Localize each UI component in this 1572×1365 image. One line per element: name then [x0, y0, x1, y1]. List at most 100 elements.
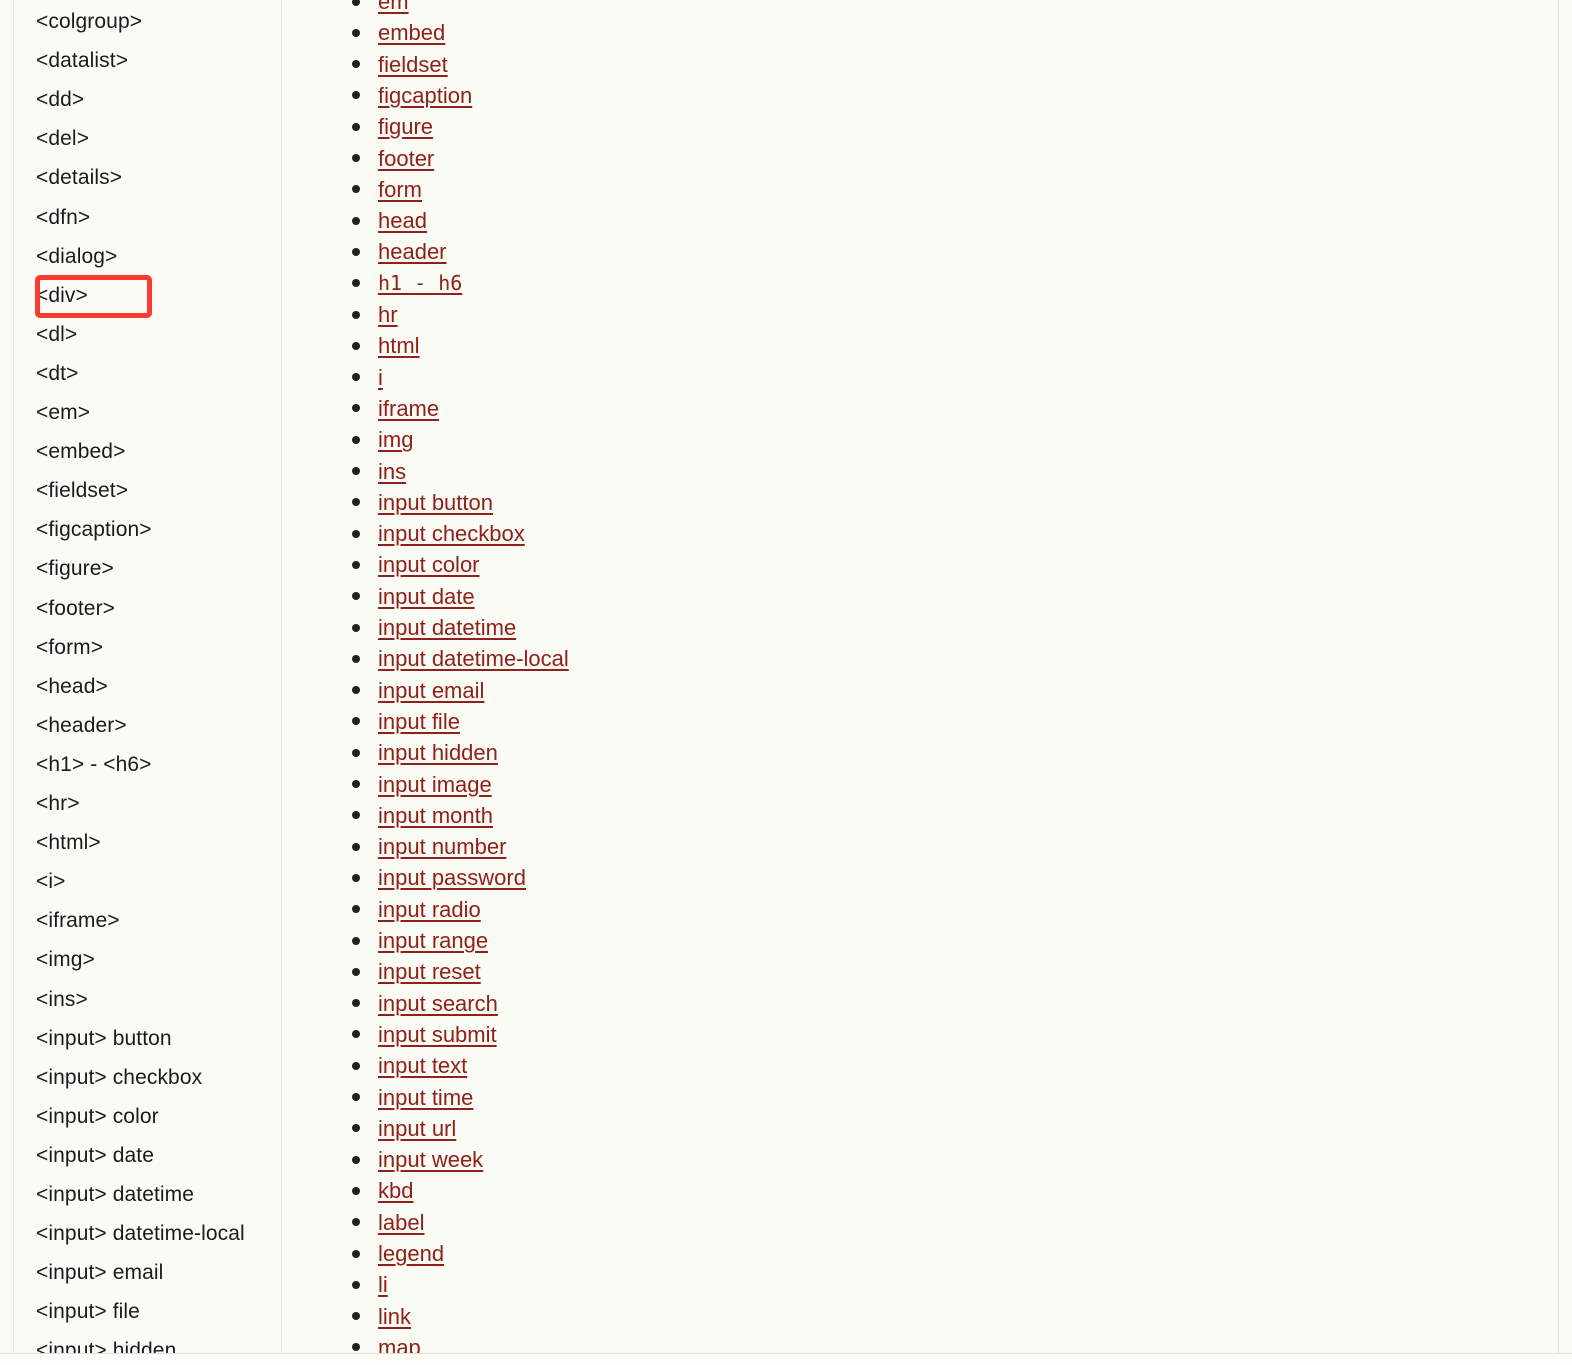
sidebar-item[interactable]: <hr>: [36, 789, 80, 819]
element-link[interactable]: input number: [378, 831, 506, 862]
bullet-icon: [352, 373, 360, 382]
bullet-icon: [352, 1343, 360, 1352]
bullet-icon: [352, 999, 360, 1008]
element-link[interactable]: ins: [378, 456, 406, 487]
sidebar-item[interactable]: <h1> - <h6>: [36, 750, 152, 780]
sidebar-item[interactable]: <del>: [36, 124, 89, 154]
bullet-icon: [352, 154, 360, 162]
element-link[interactable]: input password: [378, 862, 526, 893]
bullet-icon: [352, 279, 360, 288]
bullet-icon: [352, 686, 360, 695]
sidebar-item[interactable]: <input> hidden: [36, 1336, 176, 1353]
sidebar-item[interactable]: <datalist>: [36, 46, 128, 76]
element-link[interactable]: iframe: [378, 393, 439, 424]
element-link[interactable]: i: [378, 362, 383, 393]
sidebar-item[interactable]: <details>: [36, 163, 122, 193]
sidebar-item[interactable]: <input> checkbox: [36, 1063, 202, 1093]
element-link[interactable]: input reset: [378, 956, 481, 987]
sidebar-item[interactable]: <figure>: [36, 554, 114, 584]
element-link[interactable]: input radio: [378, 894, 481, 925]
sidebar-item[interactable]: <colgroup>: [36, 7, 142, 37]
element-link[interactable]: input checkbox: [378, 518, 525, 549]
bullet-icon: [352, 560, 360, 569]
element-link[interactable]: input datetime: [378, 612, 516, 643]
sidebar-item[interactable]: <input> datetime: [36, 1180, 194, 1210]
sidebar-item[interactable]: <dd>: [36, 85, 84, 115]
element-link[interactable]: footer: [378, 143, 434, 174]
sidebar-item[interactable]: <figcaption>: [36, 515, 152, 545]
element-link[interactable]: input file: [378, 706, 460, 737]
sidebar-item[interactable]: <iframe>: [36, 906, 120, 936]
element-link[interactable]: em: [378, 0, 409, 17]
sidebar-item[interactable]: <dt>: [36, 359, 78, 389]
element-link[interactable]: header: [378, 236, 447, 267]
sidebar-item[interactable]: <em>: [36, 398, 90, 428]
bullet-icon: [352, 498, 360, 507]
element-link[interactable]: label: [378, 1207, 424, 1238]
sidebar-item[interactable]: <input> datetime-local: [36, 1219, 245, 1249]
element-link[interactable]: input color: [378, 549, 480, 580]
bullet-icon: [352, 717, 360, 726]
element-link[interactable]: li: [378, 1269, 388, 1300]
sidebar-item[interactable]: <header>: [36, 711, 127, 741]
sidebar-item[interactable]: <fieldset>: [36, 476, 128, 506]
bullet-icon: [352, 623, 360, 632]
sidebar-item[interactable]: <footer>: [36, 594, 115, 624]
element-link[interactable]: input submit: [378, 1019, 497, 1050]
element-link[interactable]: h1 - h6: [378, 268, 462, 299]
element-link[interactable]: fieldset: [378, 49, 448, 80]
bullet-icon: [352, 811, 360, 820]
element-link[interactable]: input month: [378, 800, 493, 831]
element-link[interactable]: input email: [378, 675, 484, 706]
element-link[interactable]: input date: [378, 581, 475, 612]
element-link[interactable]: input time: [378, 1082, 473, 1113]
element-link[interactable]: input hidden: [378, 737, 498, 768]
sidebar-item[interactable]: <dialog>: [36, 242, 117, 272]
bullet-icon: [352, 842, 360, 851]
element-link[interactable]: input range: [378, 925, 488, 956]
element-link[interactable]: figure: [378, 111, 433, 142]
element-link[interactable]: link: [378, 1301, 411, 1332]
element-link[interactable]: html: [378, 330, 420, 361]
page-footer-gap: [0, 1354, 1572, 1365]
sidebar-item[interactable]: <input> date: [36, 1141, 154, 1171]
element-link[interactable]: legend: [378, 1238, 444, 1269]
sidebar-item[interactable]: <input> color: [36, 1102, 159, 1132]
element-link[interactable]: input image: [378, 769, 492, 800]
element-link[interactable]: embed: [378, 17, 445, 48]
sidebar-item[interactable]: <div>: [36, 281, 88, 311]
sidebar-item[interactable]: <i>: [36, 867, 66, 897]
sidebar-item[interactable]: <input> file: [36, 1297, 140, 1327]
sidebar-item[interactable]: <img>: [36, 945, 95, 975]
sidebar-item[interactable]: <input> email: [36, 1258, 163, 1288]
sidebar-item[interactable]: <form>: [36, 633, 103, 663]
element-link[interactable]: kbd: [378, 1175, 413, 1206]
element-link[interactable]: form: [378, 174, 422, 205]
element-link[interactable]: input url: [378, 1113, 456, 1144]
bullet-icon: [352, 748, 360, 757]
sidebar-item[interactable]: <ins>: [36, 985, 88, 1015]
element-link[interactable]: input search: [378, 988, 498, 1019]
element-link[interactable]: hr: [378, 299, 398, 330]
bullet-icon: [352, 1280, 360, 1289]
sidebar-item[interactable]: <head>: [36, 672, 108, 702]
sidebar-item[interactable]: <embed>: [36, 437, 125, 467]
element-link[interactable]: input text: [378, 1050, 467, 1081]
sidebar-item[interactable]: <dl>: [36, 320, 77, 350]
bullet-icon: [352, 341, 360, 350]
bullet-icon: [352, 1030, 360, 1039]
bullet-icon: [352, 60, 360, 69]
element-link[interactable]: input week: [378, 1144, 483, 1175]
bullet-icon: [352, 467, 360, 475]
sidebar-item[interactable]: <input> button: [36, 1024, 172, 1054]
element-link[interactable]: map: [378, 1332, 421, 1353]
element-link[interactable]: input button: [378, 487, 493, 518]
bullet-icon: [352, 592, 360, 601]
element-link[interactable]: img: [378, 424, 413, 455]
sidebar-item[interactable]: <dfn>: [36, 203, 90, 233]
element-link[interactable]: input datetime-local: [378, 643, 569, 674]
element-link[interactable]: head: [378, 205, 427, 236]
sidebar-item[interactable]: <html>: [36, 828, 101, 858]
element-link[interactable]: figcaption: [378, 80, 472, 111]
bullet-icon: [352, 404, 360, 413]
